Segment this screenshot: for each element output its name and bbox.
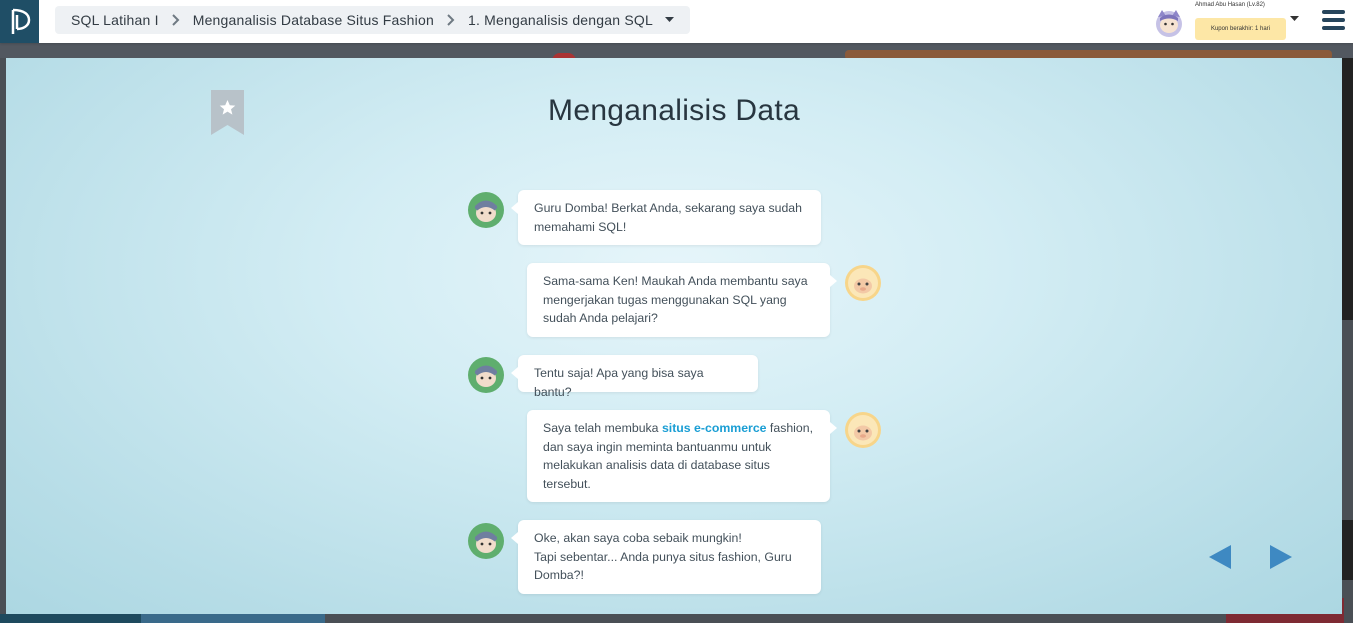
caret-down-icon[interactable]	[1290, 16, 1299, 22]
background-panel	[1342, 58, 1353, 320]
chat-message-guru: Saya telah membuka situs e-commerce fash…	[527, 410, 837, 502]
slide-title: Menganalisis Data	[548, 94, 800, 127]
ken-avatar	[468, 523, 504, 559]
coupon-badge[interactable]: Kupon berakhir: 1 hari	[1195, 18, 1286, 40]
ecommerce-link[interactable]: situs e-commerce	[662, 421, 767, 435]
chat-message-guru: Sama-sama Ken! Maukah Anda membantu saya…	[527, 263, 837, 337]
app-logo[interactable]	[0, 0, 39, 43]
chat-message-ken: Oke, akan saya coba sebaik mungkin! Tapi …	[511, 520, 821, 594]
breadcrumb-chapter[interactable]: Menganalisis Database Situs Fashion	[193, 12, 434, 28]
breadcrumb-course[interactable]: SQL Latihan I	[71, 12, 159, 28]
top-bar: SQL Latihan I Menganalisis Database Situ…	[0, 0, 1353, 43]
breadcrumb-lesson[interactable]: 1. Menganalisis dengan SQL	[468, 12, 653, 28]
chat-message-ken: Tentu saja! Apa yang bisa saya bantu?	[511, 355, 758, 399]
chevron-right-icon	[171, 14, 180, 26]
background-panel	[1342, 520, 1353, 580]
background-progress	[141, 614, 325, 623]
ken-avatar	[468, 192, 504, 228]
caret-down-icon[interactable]	[664, 17, 674, 23]
breadcrumb: SQL Latihan I Menganalisis Database Situ…	[55, 6, 690, 34]
ken-avatar	[468, 357, 504, 393]
chat-text: Tapi sebentar... Anda punya situs fashio…	[534, 549, 792, 583]
previous-arrow-icon[interactable]	[1207, 544, 1233, 570]
background-footer	[0, 614, 141, 623]
guru-domba-avatar	[845, 265, 881, 301]
user-name: Ahmad Abu Hasan (Lv.82)	[1195, 2, 1265, 8]
logo-icon	[11, 8, 30, 34]
slide-modal: Menganalisis Data Guru Domba! Berkat And…	[6, 58, 1342, 614]
chevron-right-icon	[447, 14, 455, 26]
hamburger-menu-icon[interactable]	[1322, 10, 1346, 30]
chat-message-ken: Guru Domba! Berkat Anda, sekarang saya s…	[511, 190, 821, 245]
chat-text: Saya telah membuka	[543, 421, 662, 435]
guru-domba-avatar	[845, 412, 881, 448]
next-arrow-icon[interactable]	[1268, 544, 1294, 570]
user-avatar[interactable]	[1153, 7, 1185, 39]
chat-text: Oke, akan saya coba sebaik mungkin!	[534, 531, 742, 545]
